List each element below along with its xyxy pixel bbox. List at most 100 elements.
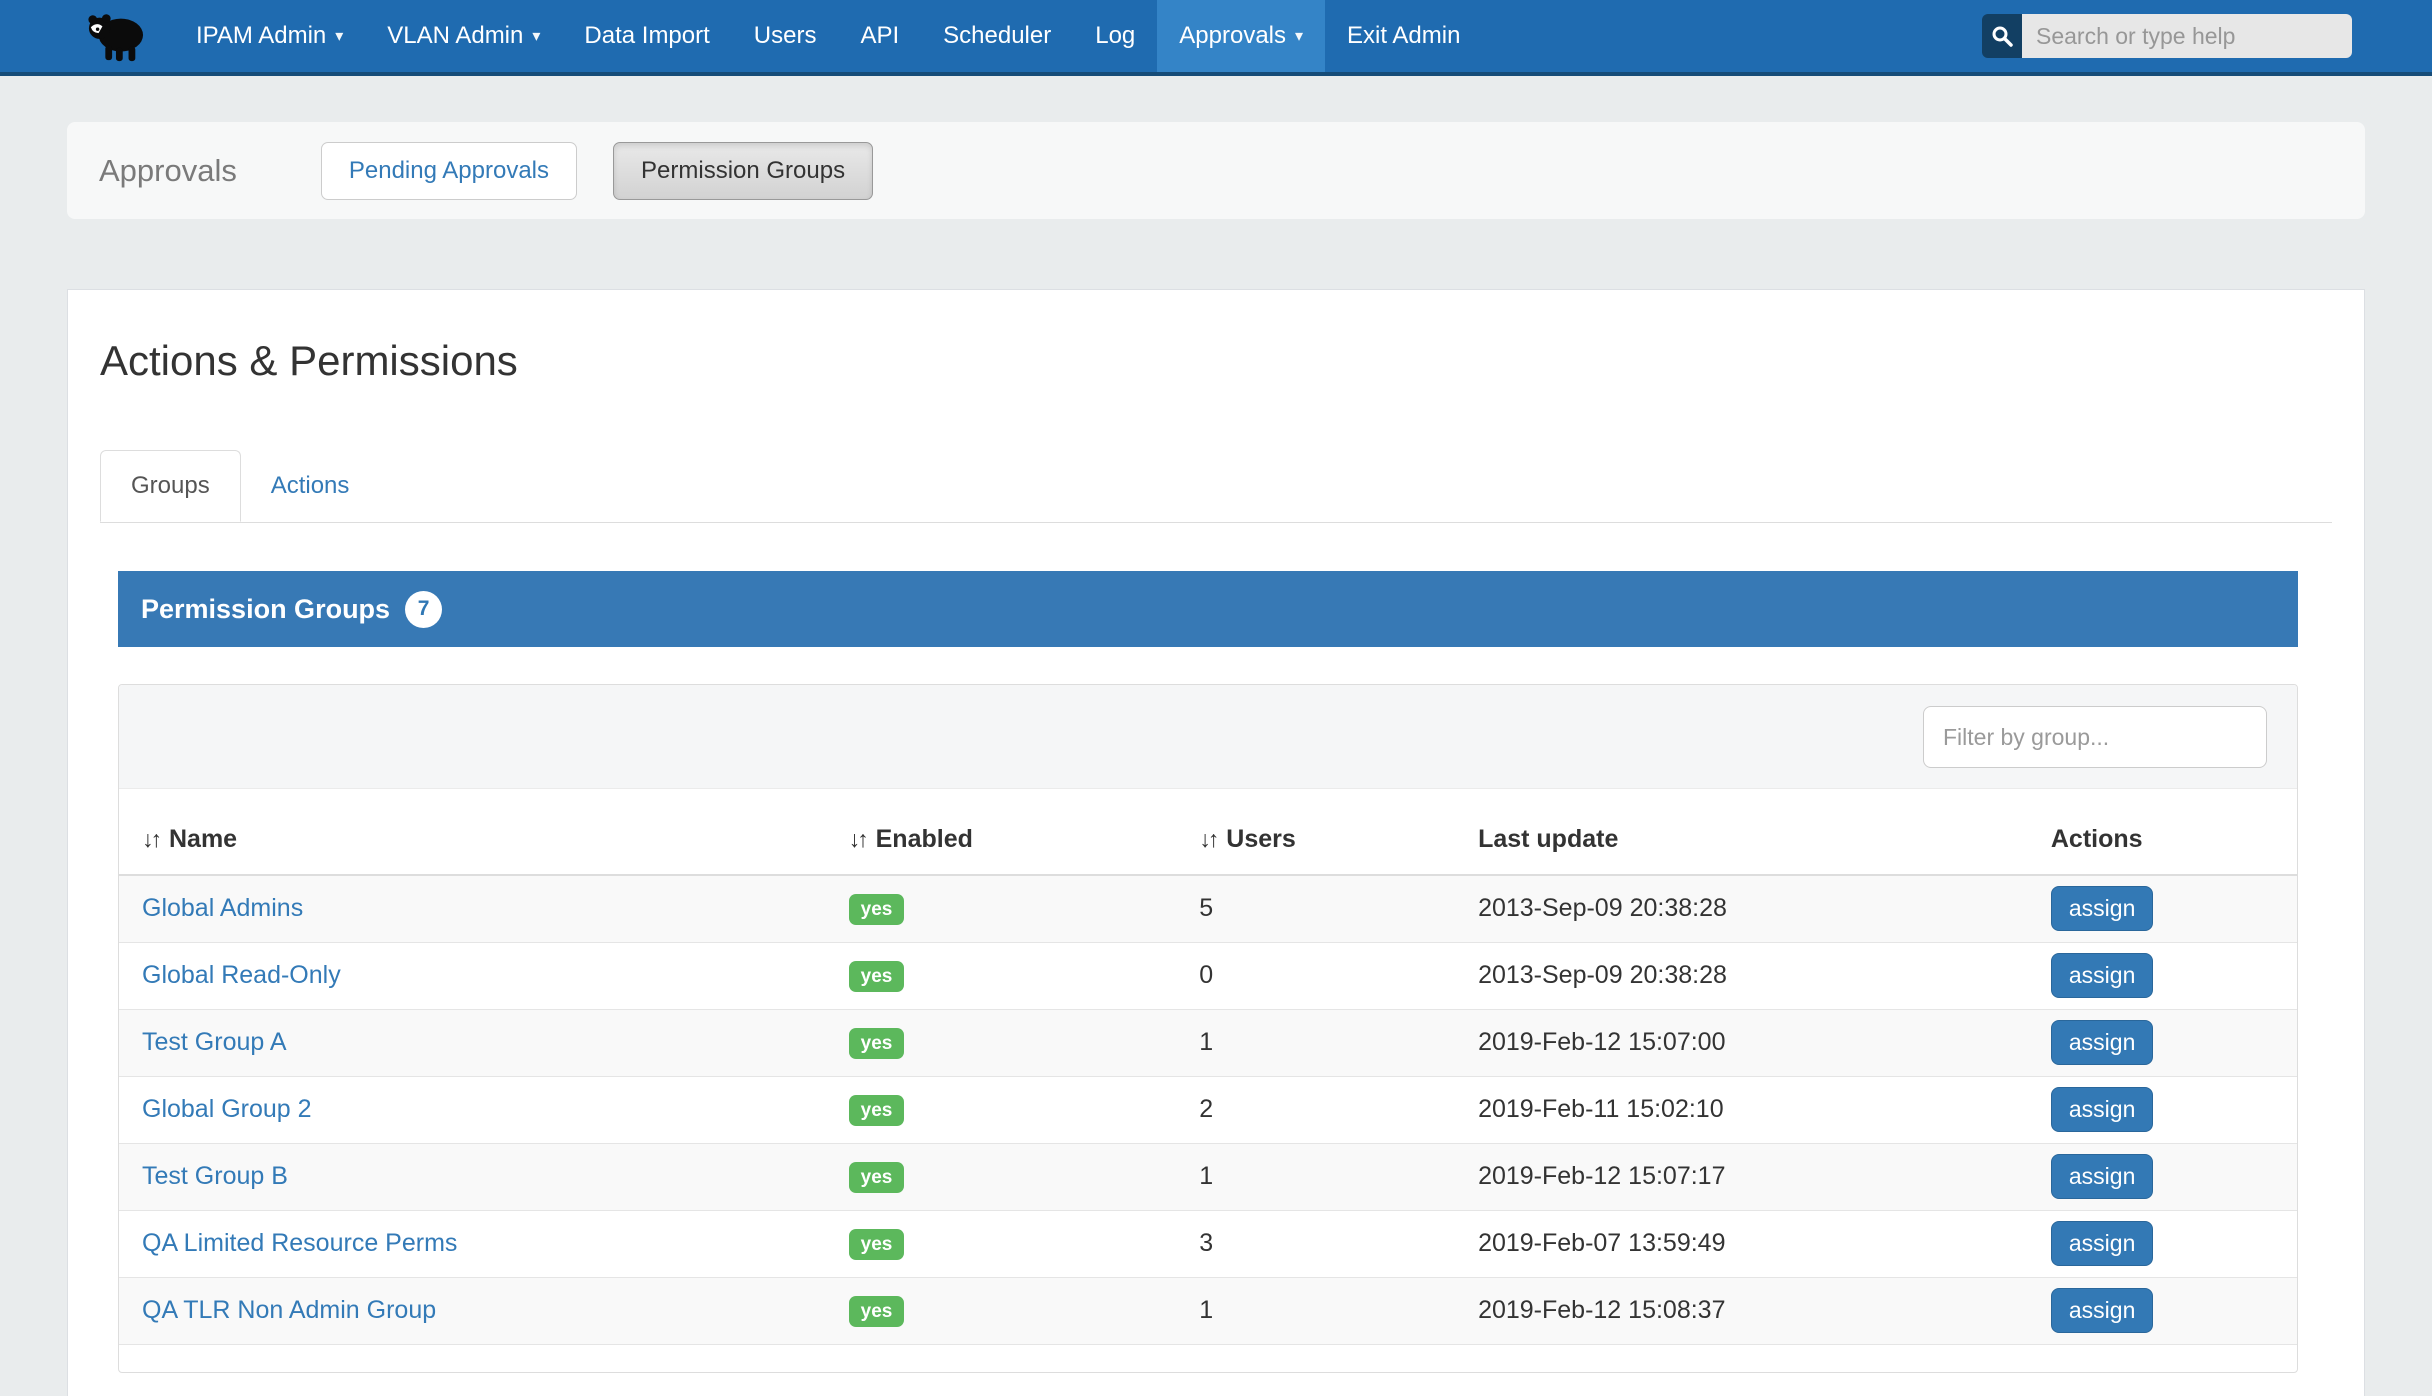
assign-button[interactable]: assign [2051,1154,2153,1199]
group-name-link[interactable]: Global Group 2 [142,1095,312,1123]
nav-item-users[interactable]: Users [732,0,839,72]
count-badge: 7 [405,591,442,628]
users-count: 5 [1199,875,1478,942]
group-name-link[interactable]: Global Read-Only [142,961,341,989]
table-row: Global Read-Only yes 0 2013-Sep-09 20:38… [119,942,2297,1009]
enabled-badge: yes [849,1095,905,1126]
nav-item-log[interactable]: Log [1073,0,1157,72]
column-header-name[interactable]: ↓↑Name [119,789,849,875]
filter-input[interactable] [1923,706,2267,768]
assign-button[interactable]: assign [2051,953,2153,998]
nav-item-approvals[interactable]: Approvals ▾ [1157,0,1325,72]
sort-icon[interactable]: ↓↑ [849,826,866,852]
group-name-link[interactable]: QA TLR Non Admin Group [142,1296,436,1324]
last-update: 2013-Sep-09 20:38:28 [1478,942,2051,1009]
column-header-last-update: Last update [1478,789,2051,875]
assign-button[interactable]: assign [2051,1020,2153,1065]
nav-item-label: Users [754,22,817,50]
nav-item-label: Scheduler [943,22,1051,50]
group-name-link[interactable]: Test Group B [142,1162,288,1190]
nav-item-label: IPAM Admin [196,22,326,50]
permission-groups-button[interactable]: Permission Groups [613,142,873,200]
enabled-badge: yes [849,1162,905,1193]
users-count: 2 [1199,1076,1478,1143]
column-header-enabled[interactable]: ↓↑ Enabled [849,789,1200,875]
table-row: QA TLR Non Admin Group yes 1 2019-Feb-12… [119,1277,2297,1344]
tabs: Groups Actions [100,450,2332,523]
table-body: Global Admins yes 5 2013-Sep-09 20:38:28… [119,875,2297,1344]
table-wrap: ↓↑Name ↓↑ Enabled ↓↑ Users Last update Act… [119,789,2297,1372]
assign-button[interactable]: assign [2051,1087,2153,1132]
chevron-down-icon: ▾ [1295,26,1303,46]
table-header-row: ↓↑Name ↓↑ Enabled ↓↑ Users Last update Act… [119,789,2297,875]
column-header-label: Last update [1478,825,1618,853]
top-navbar: IPAM Admin ▾ VLAN Admin ▾ Data Import Us… [0,0,2432,76]
nav-item-ipam-admin[interactable]: IPAM Admin ▾ [174,0,365,72]
table-row: QA Limited Resource Perms yes 3 2019-Feb… [119,1210,2297,1277]
assign-button[interactable]: assign [2051,1221,2153,1266]
table-toolbar [119,685,2297,789]
table-row: Global Admins yes 5 2013-Sep-09 20:38:28… [119,875,2297,942]
column-header-label: Users [1226,825,1296,853]
assign-button[interactable]: assign [2051,886,2153,931]
column-header-users[interactable]: ↓↑ Users [1199,789,1478,875]
nav-item-data-import[interactable]: Data Import [562,0,731,72]
last-update: 2019-Feb-07 13:59:49 [1478,1210,2051,1277]
tab-actions[interactable]: Actions [241,450,380,522]
enabled-badge: yes [849,894,905,925]
group-name-link[interactable]: QA Limited Resource Perms [142,1229,457,1257]
table-row: Test Group A yes 1 2019-Feb-12 15:07:00 … [119,1009,2297,1076]
last-update: 2019-Feb-12 15:08:37 [1478,1277,2051,1344]
column-header-actions: Actions [2051,789,2297,875]
users-count: 1 [1199,1143,1478,1210]
card-title: Actions & Permissions [100,338,2332,384]
search-icon[interactable] [1982,14,2022,58]
users-count: 1 [1199,1009,1478,1076]
nav-item-exit-admin[interactable]: Exit Admin [1325,0,1482,72]
table-container: ↓↑Name ↓↑ Enabled ↓↑ Users Last update Act… [118,684,2298,1373]
sort-icon[interactable]: ↓↑ [142,826,159,852]
sort-icon[interactable]: ↓↑ [1199,826,1216,852]
assign-button[interactable]: assign [2051,1288,2153,1333]
nav-item-label: Log [1095,22,1135,50]
users-count: 3 [1199,1210,1478,1277]
approvals-header-bar: Approvals Pending Approvals Permission G… [67,122,2365,219]
nav-item-label: Exit Admin [1347,22,1460,50]
last-update: 2019-Feb-12 15:07:00 [1478,1009,2051,1076]
pending-approvals-button[interactable]: Pending Approvals [321,142,577,200]
enabled-badge: yes [849,961,905,992]
last-update: 2019-Feb-12 15:07:17 [1478,1143,2051,1210]
column-header-label: Enabled [876,825,973,853]
actions-permissions-card: Actions & Permissions Groups Actions Per… [67,289,2365,1396]
nav-item-label: VLAN Admin [387,22,523,50]
nav-item-label: Approvals [1179,22,1286,50]
navbar-search [1982,14,2352,58]
group-name-link[interactable]: Global Admins [142,894,303,922]
table-row: Global Group 2 yes 2 2019-Feb-11 15:02:1… [119,1076,2297,1143]
search-input[interactable] [2022,14,2352,58]
phpipam-logo-icon[interactable] [84,7,146,65]
users-count: 1 [1199,1277,1478,1344]
nav-items: IPAM Admin ▾ VLAN Admin ▾ Data Import Us… [174,0,1482,72]
panel-header: Permission Groups 7 [118,571,2298,647]
last-update: 2013-Sep-09 20:38:28 [1478,875,2051,942]
permission-groups-panel: Permission Groups 7 ↓↑Name ↓↑ Enabled ↓↑ U… [118,571,2298,1373]
nav-item-scheduler[interactable]: Scheduler [921,0,1073,72]
users-count: 0 [1199,942,1478,1009]
tab-groups[interactable]: Groups [100,450,241,522]
nav-item-api[interactable]: API [838,0,921,72]
enabled-badge: yes [849,1028,905,1059]
permission-groups-table: ↓↑Name ↓↑ Enabled ↓↑ Users Last update Act… [119,789,2297,1345]
last-update: 2019-Feb-11 15:02:10 [1478,1076,2051,1143]
enabled-badge: yes [849,1296,905,1327]
page-title: Approvals [99,153,237,189]
nav-item-label: API [860,22,899,50]
group-name-link[interactable]: Test Group A [142,1028,287,1056]
chevron-down-icon: ▾ [335,26,343,46]
chevron-down-icon: ▾ [532,26,540,46]
panel-title: Permission Groups [141,594,390,625]
column-header-label: Actions [2051,825,2143,853]
nav-item-vlan-admin[interactable]: VLAN Admin ▾ [365,0,562,72]
table-row: Test Group B yes 1 2019-Feb-12 15:07:17 … [119,1143,2297,1210]
enabled-badge: yes [849,1229,905,1260]
